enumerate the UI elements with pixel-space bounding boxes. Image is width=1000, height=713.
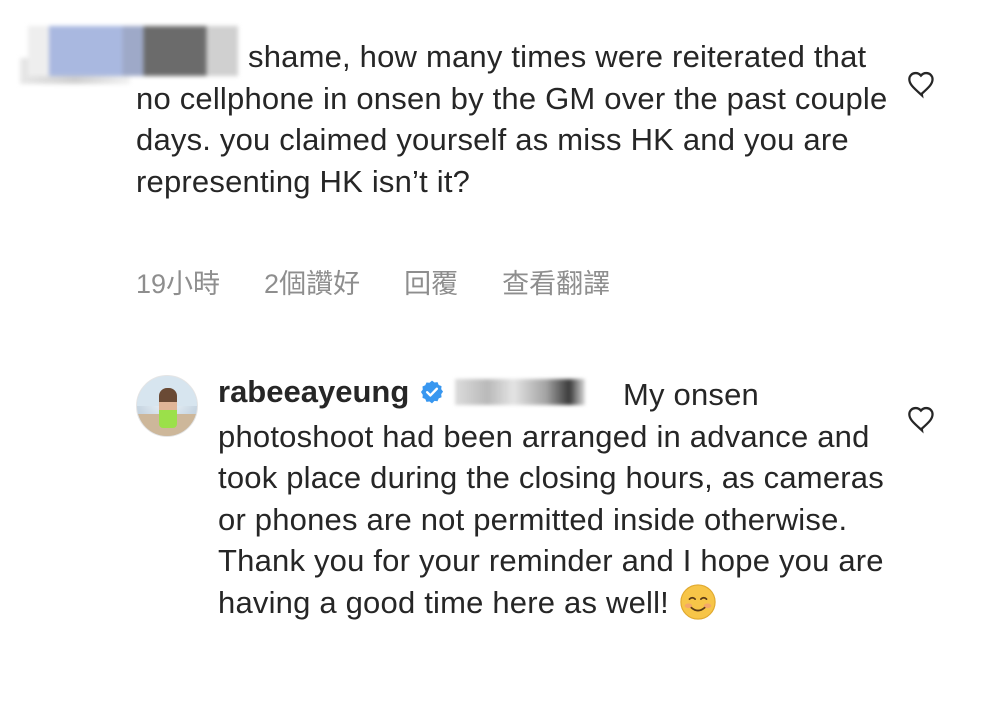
smiling-emoji-icon (679, 583, 717, 621)
comment-item: shame, how many times were reiterated th… (0, 0, 1000, 330)
likes-count-link[interactable]: 2個讚好 (264, 262, 360, 301)
reply-body: My onsen photoshoot had been arranged in… (218, 377, 884, 621)
comment-body: shame, how many times were reiterated th… (136, 39, 888, 199)
reply-link[interactable]: 回覆 (404, 262, 458, 301)
comment-time: 19小時 (136, 269, 221, 299)
comment-meta: 19小時 2個讚好 回覆 查看翻譯 (136, 262, 610, 301)
heart-icon[interactable] (906, 403, 938, 435)
heart-icon[interactable] (906, 68, 938, 100)
avatar[interactable] (136, 375, 198, 437)
see-translation-link[interactable]: 查看翻譯 (502, 262, 610, 301)
